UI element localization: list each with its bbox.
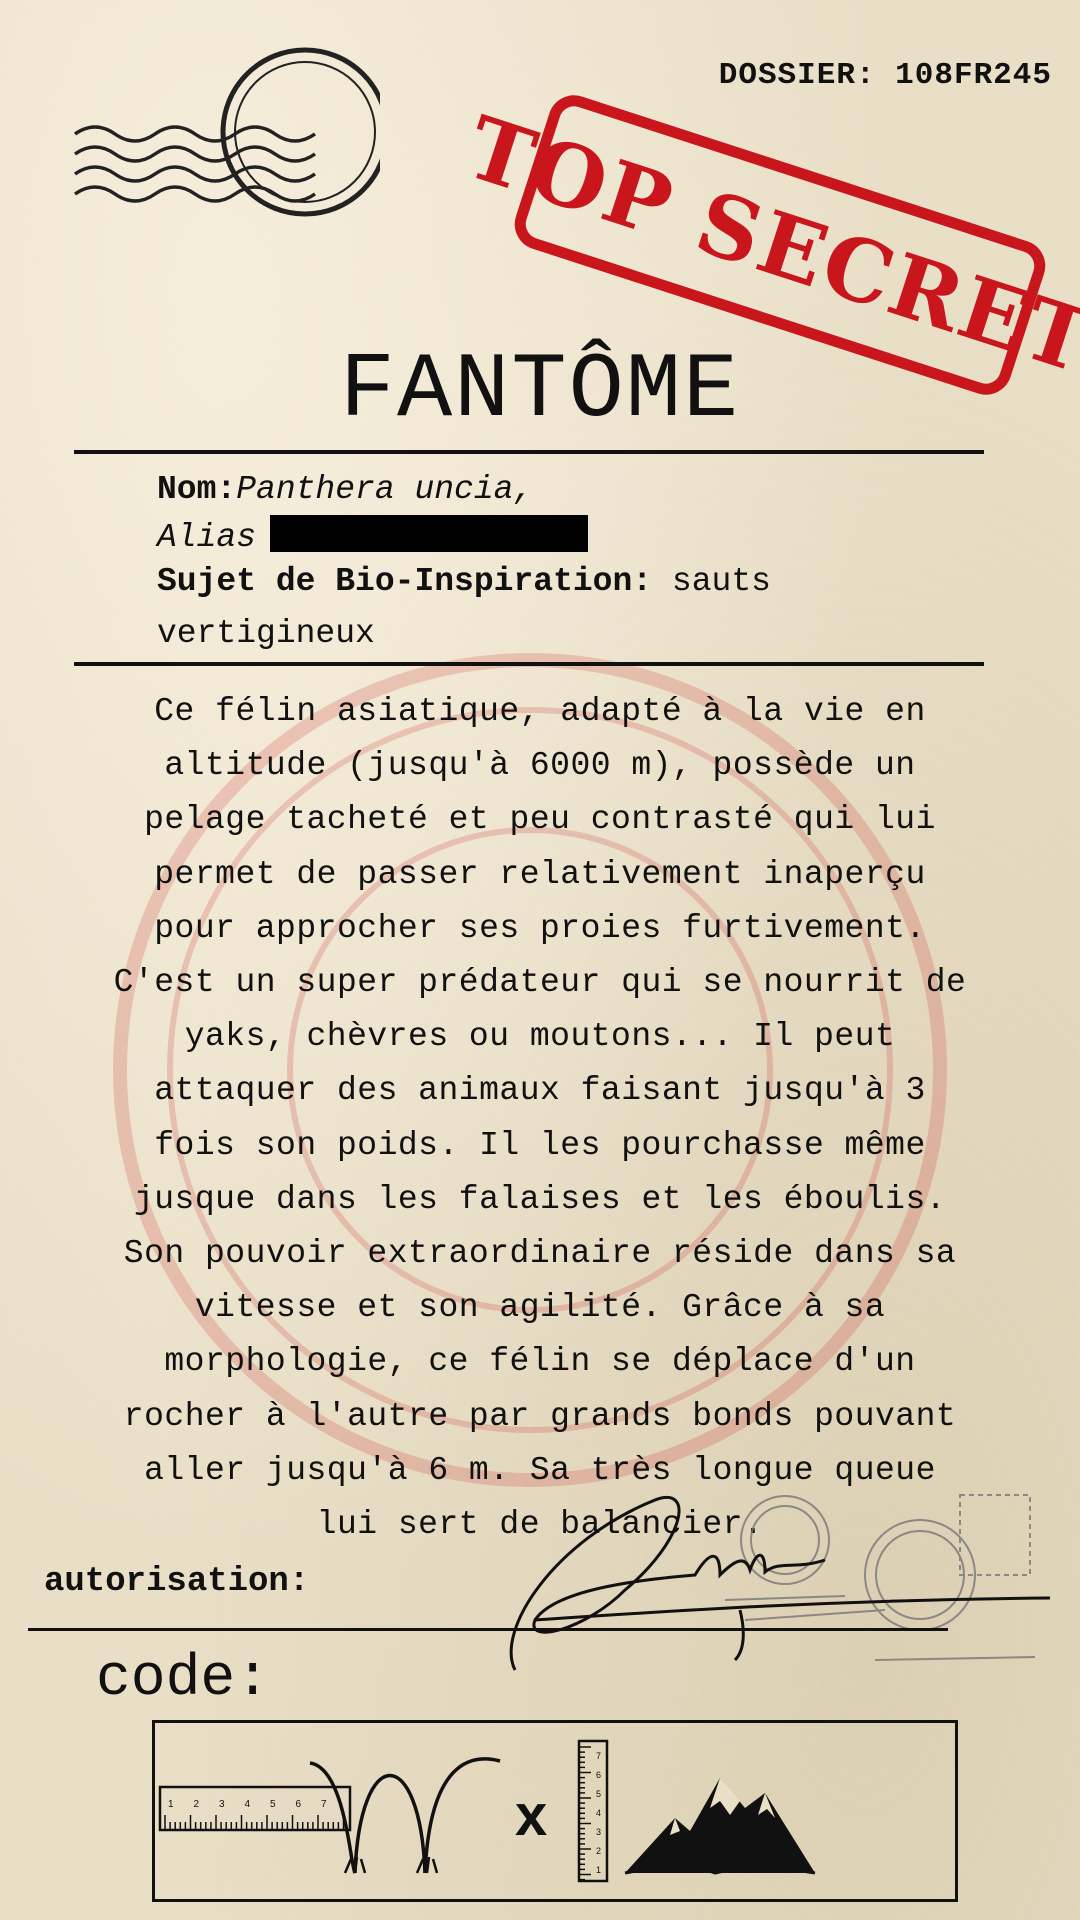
title-divider (74, 450, 984, 454)
description-line: rocher à l'autre par grands bonds pouvan… (123, 1397, 957, 1435)
horizontal-ruler-icon: 1 2 3 4 5 6 7 (158, 1785, 352, 1832)
description-line: attaquer des animaux faisant jusqu'à 3 (154, 1072, 926, 1110)
ruler-label: 1 (596, 1865, 601, 1875)
identity-divider (74, 662, 984, 666)
subject-label: Sujet de Bio-Inspiration: (157, 563, 653, 600)
ruler-label: 3 (596, 1827, 601, 1837)
ruler-label: 6 (296, 1799, 302, 1810)
signature-line (28, 1628, 948, 1631)
description-line: pour approcher ses proies furtivement. (154, 909, 926, 947)
description-line: jusque dans les falaises et les éboulis. (133, 1180, 947, 1218)
description-line: morphologie, ce félin se déplace d'un (164, 1343, 916, 1381)
ruler-label: 7 (321, 1799, 327, 1810)
postmark-icon (73, 47, 380, 217)
ruler-label: 2 (194, 1799, 200, 1810)
description-line: Son pouvoir extraordinaire réside dans s… (123, 1235, 957, 1273)
description-line: vitesse et son agilité. Grâce à sa (194, 1289, 886, 1327)
description-line: Ce félin asiatique, adapté à la vie en (154, 693, 926, 730)
jump-arcs-icon (309, 1757, 501, 1874)
subject-value-line-2: vertigineux (157, 615, 375, 652)
code-label: code: (96, 1647, 271, 1712)
autorisation-label: autorisation: (44, 1563, 310, 1601)
multiply-operator: x (515, 1783, 547, 1848)
description-line: permet de passer relativement inaperçu (154, 855, 926, 893)
vertical-ruler-icon: 1 2 3 4 5 6 7 (577, 1739, 609, 1883)
ruler-label: 4 (245, 1799, 251, 1810)
subject-value: sauts (671, 563, 771, 600)
ruler-label: 4 (596, 1808, 601, 1818)
ruler-label: 3 (219, 1799, 225, 1810)
redaction-bar (270, 515, 589, 552)
code-pictogram: 1 2 3 4 5 6 7 x 1 2 3 4 5 6 7 (158, 1739, 816, 1883)
mountains-icon (624, 1778, 816, 1875)
subject-row: Sujet de Bio-Inspiration: sauts (157, 558, 917, 606)
description-line: altitude (jusqu'à 6000 m), possède un (164, 747, 916, 785)
ruler-label: 6 (596, 1770, 601, 1780)
signature-and-postmarks (509, 1494, 1051, 1671)
description-line: pelage tacheté et peu contrasté qui lui (144, 801, 936, 839)
name-value: Panthera uncia, (236, 471, 534, 508)
name-row: Nom:Panthera uncia, (157, 466, 917, 514)
ruler-label: 5 (270, 1799, 276, 1810)
alias-row: Alias (157, 514, 917, 562)
description-line: C'est un super prédateur qui se nourrit … (113, 964, 967, 1002)
ruler-label: 1 (168, 1799, 174, 1810)
ruler-label: 2 (596, 1846, 601, 1856)
ruler-label: 5 (596, 1789, 601, 1799)
name-label: Nom: (157, 471, 237, 508)
identity-block: Nom:Panthera uncia, Alias Sujet de Bio-I… (157, 466, 917, 658)
description-line: yaks, chèvres ou moutons... Il peut (184, 1018, 896, 1056)
alias-label: Alias (157, 519, 257, 556)
dossier-number: DOSSIER: 108FR245 (718, 58, 1052, 93)
ruler-label: 7 (596, 1751, 601, 1761)
description-text: Ce félin asiatique, adapté à la vie en al… (40, 685, 1040, 1552)
description-line: fois son poids. Il les pourchasse même (154, 1126, 926, 1164)
page-title: FANTÔME (339, 338, 741, 443)
